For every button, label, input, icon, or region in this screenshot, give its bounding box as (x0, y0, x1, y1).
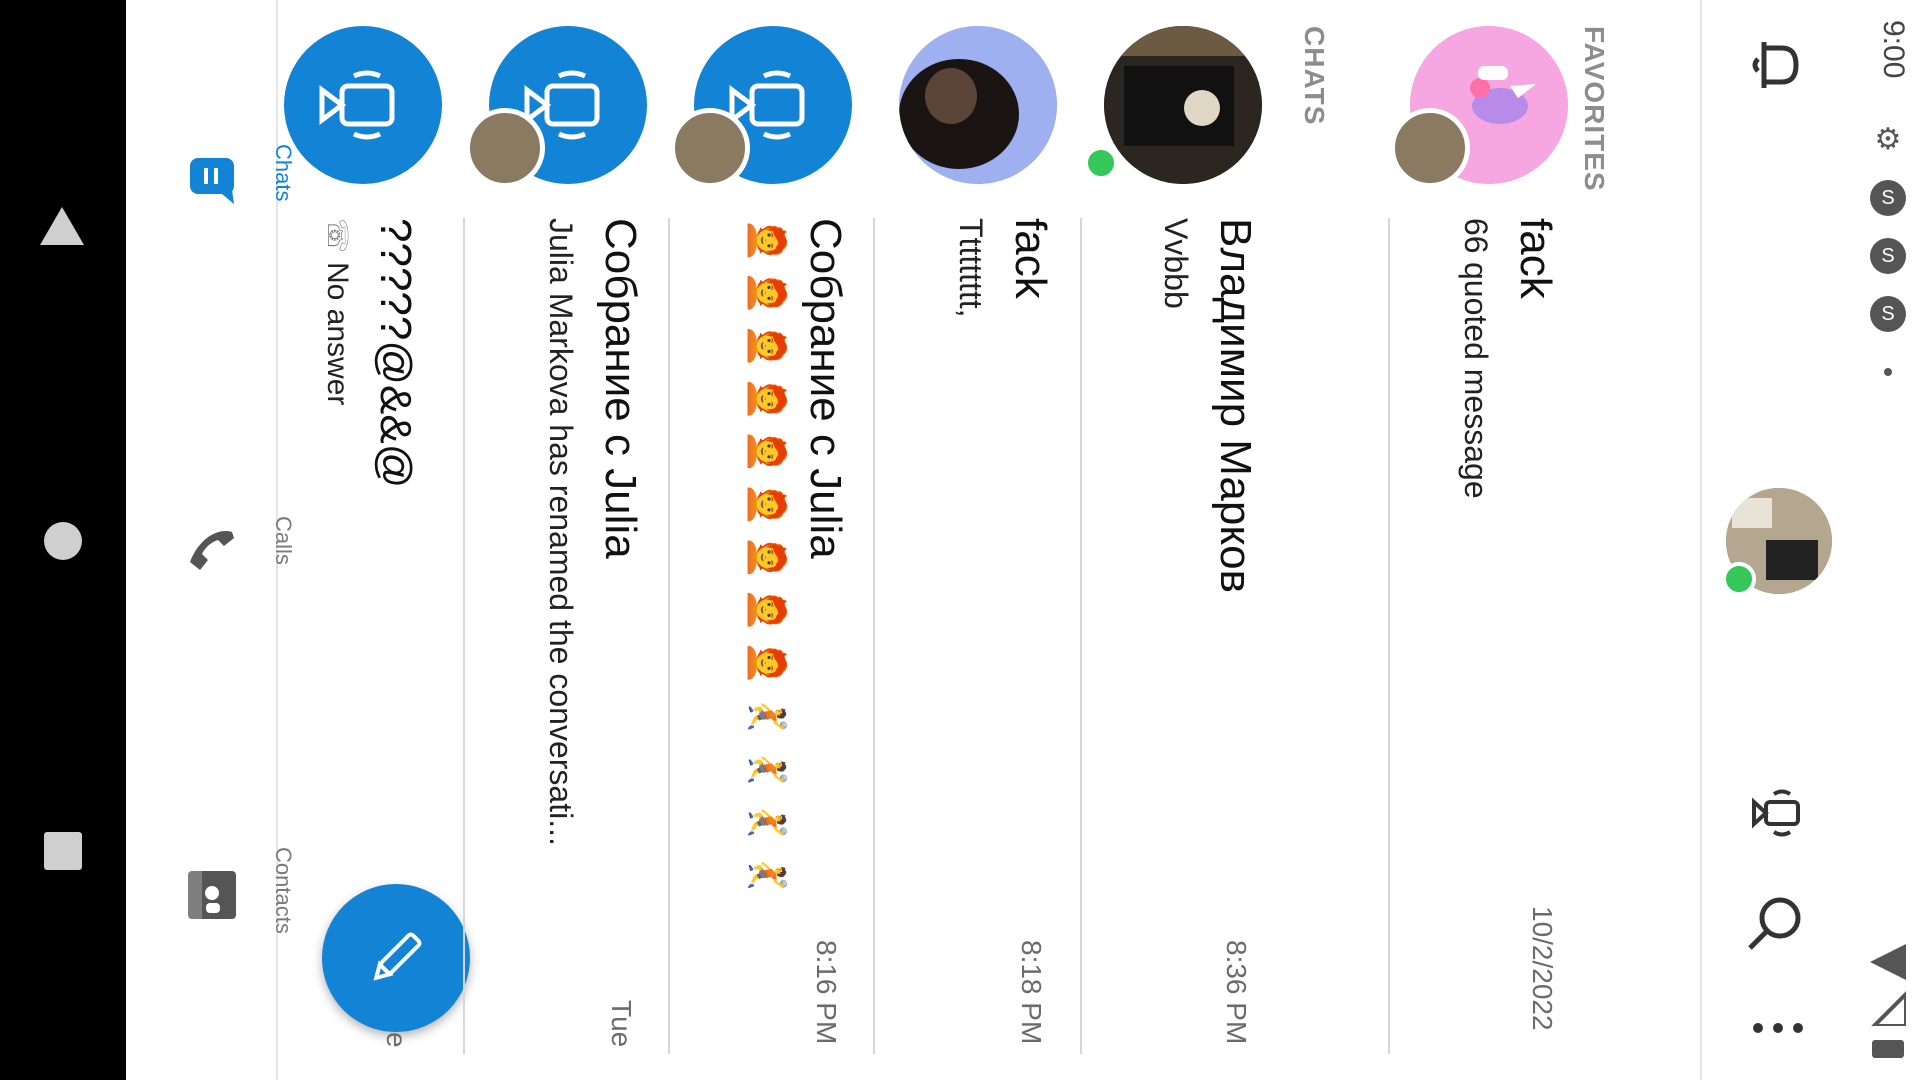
photo-avatar (899, 26, 1057, 184)
chat-name: Собрание с Julia (801, 218, 850, 559)
chat-preview: Vvbbb (1158, 218, 1194, 309)
system-navigation-bar (0, 0, 126, 1080)
chat-time: 8:18 PM (1016, 940, 1047, 1045)
skype-notification-icon: S (1870, 296, 1906, 332)
chat-preview: Ttttttttt, (953, 218, 989, 318)
search-icon[interactable] (1744, 890, 1810, 956)
gear-icon: ⚙ (1874, 123, 1902, 156)
photo-avatar (1104, 26, 1262, 184)
chat-preview: No answer (321, 262, 354, 406)
chat-name: Владимир Марков (1211, 218, 1260, 593)
list-item[interactable]: Собрание с Julia Julia Markova has renam… (465, 0, 660, 1080)
group-call-avatar (284, 26, 442, 184)
home-button[interactable] (44, 522, 82, 560)
status-bar: 9:00 ⚙ S S S (1860, 0, 1920, 1080)
skype-notification-icon: S (1870, 180, 1906, 216)
device-call-icon (319, 70, 395, 140)
tab-chats[interactable]: Chats (126, 130, 296, 330)
list-item[interactable]: ?????@&&@ ☏ No answer e (260, 0, 455, 1080)
back-button[interactable] (40, 207, 84, 245)
bottom-tab-bar: Chats Calls Contacts (126, 0, 296, 1080)
chat-time: 8:16 PM (811, 940, 842, 1045)
recents-button[interactable] (44, 832, 82, 870)
chat-name: fack (1511, 218, 1560, 299)
divider (873, 218, 875, 1054)
dot-icon (1884, 368, 1892, 376)
chat-name: Собрание с Julia (596, 218, 645, 559)
list-item[interactable]: fack Ttttttttt, 8:18 PM (875, 0, 1070, 1080)
signal-icon (1871, 991, 1906, 1026)
chat-time: 8:36 PM (1221, 940, 1252, 1045)
member-avatar (1390, 108, 1470, 188)
wifi-icon (1870, 944, 1906, 980)
tab-calls[interactable]: Calls (126, 510, 296, 710)
skype-notification-icon: S (1870, 238, 1906, 274)
chat-name: ?????@&&@ (371, 218, 420, 489)
tab-contacts[interactable]: Contacts (126, 845, 296, 1045)
chat-time: e (381, 1032, 412, 1048)
divider (668, 218, 670, 1054)
chat-preview: quoted message (1458, 262, 1494, 499)
contacts-icon (188, 871, 236, 919)
list-item[interactable]: fack 66 quoted message 10/2/2022 (1390, 0, 1585, 1080)
chat-icon (190, 158, 234, 204)
divider (463, 218, 465, 1054)
battery-icon (1872, 1040, 1904, 1058)
chat-time: 10/2/2022 (1527, 906, 1558, 1031)
member-avatar (465, 108, 545, 188)
chat-name: fack (1006, 218, 1055, 299)
list-item[interactable]: Владимир Марков Vvbbb 8:36 PM (1080, 0, 1275, 1080)
chat-preview: 🧑‍🦰🧑‍🦰🧑‍🦰🧑‍🦰🧑‍🦰🧑‍🦰🧑‍🦰🧑‍🦰🧑‍🦰🤾🤾🤾🤾 (747, 218, 788, 905)
online-status-badge (1084, 146, 1118, 180)
phone-icon (190, 531, 234, 570)
member-avatar (670, 108, 750, 188)
more-icon[interactable] (1750, 1010, 1806, 1046)
status-time: 9:00 (1877, 20, 1910, 79)
divider (1388, 218, 1390, 1054)
bell-icon[interactable] (1742, 30, 1812, 100)
chat-time: Tue (606, 1000, 637, 1048)
chat-preview-icon: 66 (1458, 218, 1494, 254)
device-call-icon[interactable] (1740, 776, 1814, 850)
list-item[interactable]: Собрание с Julia 🧑‍🦰🧑‍🦰🧑‍🦰🧑‍🦰🧑‍🦰🧑‍🦰🧑‍🦰🧑‍… (670, 0, 865, 1080)
online-status-badge (1722, 562, 1756, 596)
divider (1080, 218, 1082, 1054)
chats-label: CHATS (1299, 26, 1330, 126)
chat-preview: Julia Markova has renamed the conversati… (543, 218, 579, 846)
missed-call-icon: ☏ (322, 218, 353, 254)
